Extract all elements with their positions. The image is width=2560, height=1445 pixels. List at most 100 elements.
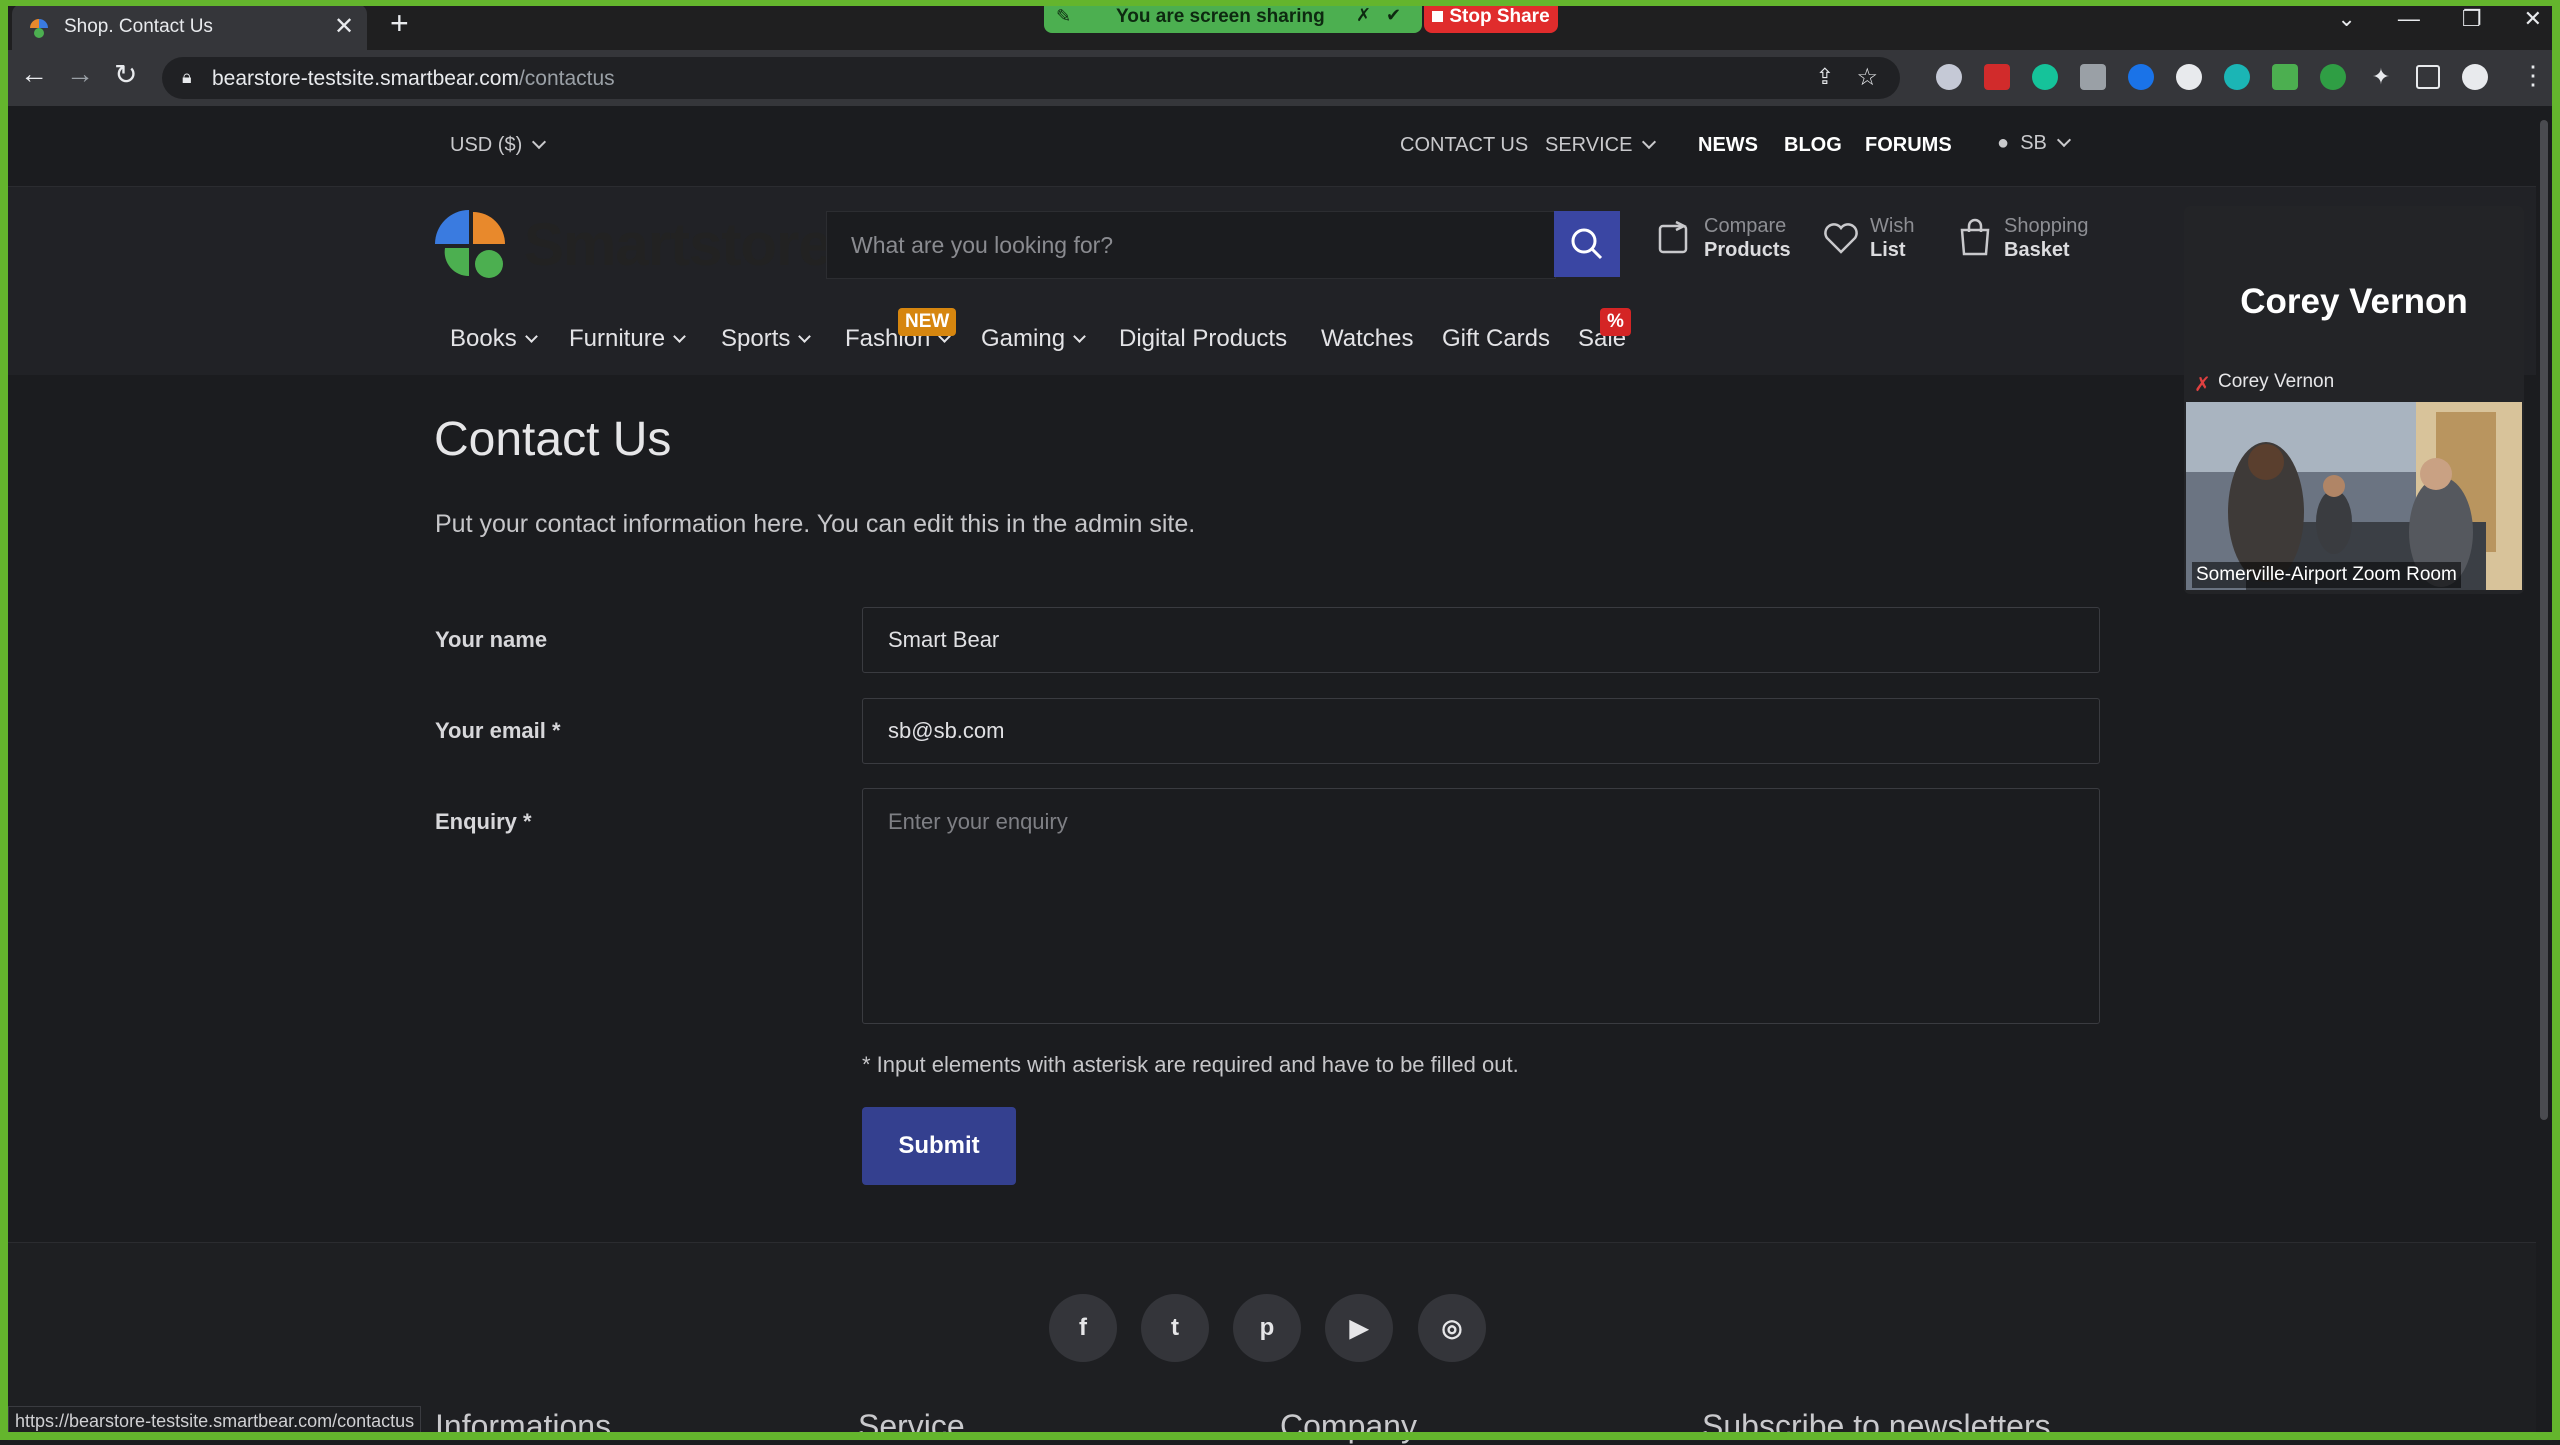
logo-wordmark[interactable]: Smartstore (524, 210, 832, 279)
name-label: Your name (435, 627, 548, 652)
extension-6-icon[interactable] (2176, 64, 2202, 90)
extension-7-icon[interactable] (2224, 64, 2250, 90)
acrobat-extension-icon[interactable] (1984, 64, 2010, 90)
share-drag-icon[interactable]: ✎ (1056, 6, 1071, 27)
service-label: SERVICE (1545, 134, 1633, 156)
compare-bottom-label: Products (1704, 239, 1791, 261)
instagram-icon[interactable]: ◎ (1418, 1294, 1486, 1362)
category-gaming[interactable]: Gaming (981, 325, 1086, 353)
currency-label: USD ($) (450, 134, 523, 156)
extensions-puzzle-icon[interactable]: ✦ (2368, 64, 2394, 90)
compare-icon (1658, 220, 1688, 254)
util-link-news[interactable]: NEWS (1698, 134, 1758, 157)
category-furniture[interactable]: Furniture (569, 325, 686, 353)
search-button[interactable] (1554, 211, 1620, 277)
tab-close-icon[interactable]: ✕ (334, 12, 354, 41)
category-digital-products[interactable]: Digital Products (1119, 325, 1287, 353)
submit-button[interactable]: Submit (862, 1107, 1016, 1185)
shopping-basket-link[interactable]: Shopping Basket (1956, 214, 2089, 262)
badge-new: NEW (898, 308, 957, 336)
close-window-icon[interactable]: ✕ (2524, 6, 2542, 32)
url-host: bearstore-testsite.smartbear.com (212, 67, 519, 90)
pinterest-icon[interactable]: p (1233, 1294, 1301, 1362)
page-title: Contact Us (434, 413, 672, 466)
wish-top-label: Wish (1870, 215, 1915, 237)
category-label: Sports (721, 325, 791, 352)
grammarly-extension-icon[interactable] (2032, 64, 2058, 90)
screen-share-text: You are screen sharing (1116, 6, 1325, 27)
browser-tab-active[interactable]: Shop. Contact Us ✕ (12, 4, 367, 50)
zoom-room-label: Somerville-Airport Zoom Room (2192, 562, 2461, 588)
name-field[interactable] (862, 607, 2100, 673)
minimize-icon[interactable]: — (2398, 6, 2420, 32)
stop-share-button[interactable]: Stop Share (1424, 0, 1558, 33)
category-gift-cards[interactable]: Gift Cards (1442, 325, 1550, 353)
category-sports[interactable]: Sports (721, 325, 812, 353)
chevron-down-icon (524, 330, 538, 343)
twitter-icon[interactable]: t (1141, 1294, 1209, 1362)
chevron-down-icon (1073, 330, 1086, 343)
search-box (826, 211, 1556, 279)
restore-icon[interactable]: ❐ (2462, 6, 2482, 32)
screen-share-banner: ✎ You are screen sharing ✗ ✔ (1044, 0, 1422, 33)
stop-icon (1432, 11, 1444, 22)
zoom-participant-name: Corey Vernon (2240, 282, 2468, 321)
email-field[interactable] (862, 698, 2100, 764)
enquiry-field[interactable] (862, 788, 2100, 1024)
category-watches[interactable]: Watches (1321, 325, 1413, 353)
zoom-participant-label: Corey Vernon (2218, 371, 2335, 392)
stop-share-label: Stop Share (1449, 5, 1550, 27)
currency-selector[interactable]: USD ($) (450, 134, 547, 157)
forward-arrow-icon[interactable]: → (66, 58, 94, 90)
browser-menu-icon[interactable]: ⋮ (2520, 60, 2546, 91)
reload-icon[interactable]: ↻ (114, 58, 137, 91)
util-link-blog[interactable]: BLOG (1784, 134, 1842, 157)
back-arrow-icon[interactable]: ← (20, 58, 48, 90)
footer-heading-newsletter: Subscribe to newsletters (1702, 1408, 2051, 1444)
facebook-icon[interactable]: f (1049, 1294, 1117, 1362)
tab-search-chevron-icon[interactable]: ⌄ (2337, 6, 2355, 32)
compare-products-link[interactable]: Compare Products (1656, 214, 1791, 262)
shopping-bag-icon (1960, 218, 1990, 256)
status-bar-url: https://bearstore-testsite.smartbear.com… (8, 1406, 422, 1436)
smartstore-logo-icon[interactable] (435, 210, 509, 280)
zoom-video-panel[interactable]: Corey Vernon ✗ Corey Vernon Somerville-A… (2184, 206, 2524, 594)
util-link-contact[interactable]: CONTACT US (1400, 134, 1528, 157)
basket-bottom-label: Basket (2004, 239, 2070, 261)
muted-mic-icon: ✗ (2194, 374, 2211, 396)
chevron-down-icon (1642, 134, 1657, 150)
bookmark-star-icon[interactable]: ☆ (1856, 63, 1878, 92)
share-page-icon[interactable]: ⇪ (1816, 64, 1834, 90)
wish-bottom-label: List (1870, 239, 1906, 261)
address-bar[interactable]: 🔒︎ bearstore-testsite.smartbear.com/cont… (162, 57, 1900, 99)
badge-sale: % (1600, 308, 1631, 336)
search-input[interactable] (827, 212, 1427, 278)
search-icon (1571, 228, 1603, 260)
extension-4-icon[interactable] (2080, 64, 2106, 90)
side-panel-icon[interactable] (2416, 65, 2440, 89)
chevron-down-icon (798, 330, 812, 343)
extension-5-icon[interactable] (2128, 64, 2154, 90)
category-books[interactable]: Books (450, 325, 538, 353)
scrollbar-thumb[interactable] (2540, 120, 2548, 1120)
util-link-forums[interactable]: FORUMS (1865, 134, 1952, 157)
wish-list-link[interactable]: Wish List (1822, 214, 1914, 262)
muted-mic-icon[interactable]: ✗ (1356, 5, 1371, 26)
extensions-bar: ✦ (1936, 64, 2488, 90)
compare-top-label: Compare (1704, 215, 1787, 237)
util-service-dropdown[interactable]: SERVICE (1545, 134, 1657, 157)
profile-avatar-icon[interactable] (2462, 64, 2488, 90)
extension-9-icon[interactable] (2320, 64, 2346, 90)
user-icon: ● (1997, 132, 2010, 154)
shield-check-icon: ✔ (1386, 5, 1402, 25)
url-text[interactable]: bearstore-testsite.smartbear.com/contact… (212, 67, 615, 91)
required-note: * Input elements with asterisk are requi… (862, 1052, 1519, 1077)
chevron-down-icon (673, 330, 686, 343)
lock-icon[interactable]: 🔒︎ (182, 67, 192, 88)
youtube-icon[interactable]: ▶ (1325, 1294, 1393, 1362)
new-tab-icon[interactable]: + (390, 5, 409, 42)
extension-1-icon[interactable] (1936, 64, 1962, 90)
extension-8-icon[interactable] (2272, 64, 2298, 90)
account-menu[interactable]: ● SB (1997, 132, 2071, 155)
category-label: Furniture (569, 325, 666, 352)
